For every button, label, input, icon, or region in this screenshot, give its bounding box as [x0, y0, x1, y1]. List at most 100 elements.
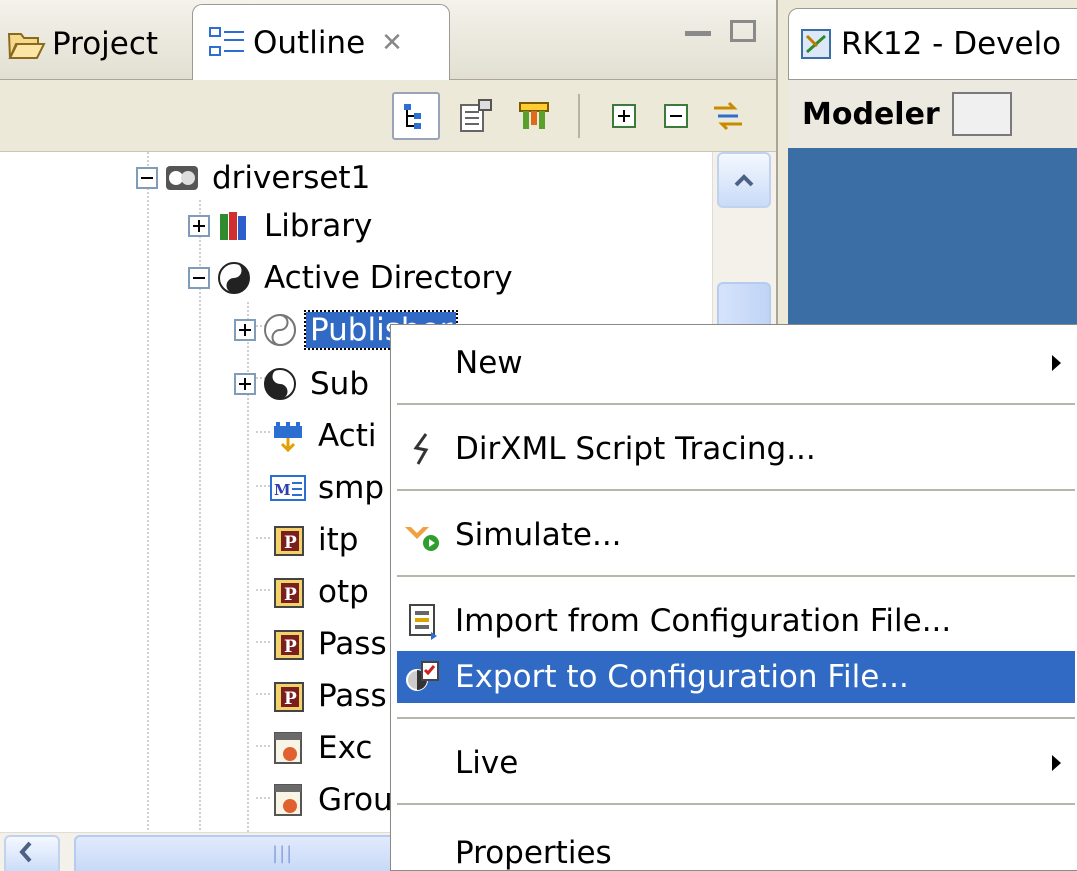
scroll-grip: ||| [272, 843, 294, 864]
modeler-document-icon [799, 26, 835, 62]
tree-item-label: smp [318, 470, 385, 506]
library-books-icon [216, 208, 252, 244]
calendar-resource-icon [270, 782, 306, 818]
menu-item-properties[interactable]: Properties [397, 827, 1075, 871]
filter-policy-icon [270, 418, 306, 454]
document-table-icon [460, 99, 492, 132]
policy-p-icon: P [270, 678, 306, 714]
tab-outline[interactable]: Outline ✕ [192, 4, 450, 81]
calendar-resource-icon [270, 730, 306, 766]
simulate-icon [403, 515, 443, 555]
tree-item-label: Sub [310, 366, 370, 402]
svg-text:P: P [284, 585, 297, 605]
tree-item-acti[interactable]: Acti [270, 410, 380, 462]
tree-item-exc[interactable]: Exc [270, 722, 376, 774]
tree-item-active-directory[interactable]: Active Directory [188, 252, 517, 304]
tree-item-pass-1[interactable]: P Pass [270, 618, 391, 670]
modeler-label: Modeler [802, 96, 940, 132]
collapse-toggle[interactable] [188, 267, 210, 289]
tree-item-pass-2[interactable]: P Pass [270, 670, 391, 722]
scroll-up-button[interactable] [717, 152, 771, 208]
minimize-icon[interactable] [685, 30, 711, 36]
scroll-left-button[interactable] [4, 835, 60, 871]
close-icon[interactable]: ✕ [381, 28, 403, 58]
expand-all-button[interactable] [600, 92, 648, 140]
properties-view-button[interactable] [452, 92, 500, 140]
context-menu: New DirXML Script Tracing... Simulate...… [390, 324, 1077, 871]
modeler-toolbar: Modeler [788, 80, 1077, 148]
view-tab-bar: Project Outline ✕ [0, 0, 776, 81]
collapse-all-button[interactable] [652, 92, 700, 140]
link-with-editor-button[interactable] [704, 92, 752, 140]
menu-separator [397, 717, 1075, 719]
expand-toggle[interactable] [234, 319, 256, 341]
tab-outline-label: Outline [253, 25, 366, 61]
menu-item-label: Simulate... [455, 517, 622, 553]
menu-item-dirxml-script-tracing[interactable]: DirXML Script Tracing... [397, 423, 1075, 475]
modeler-palette-field[interactable] [951, 92, 1012, 136]
menu-item-label: Properties [455, 835, 612, 871]
menu-item-label: New [455, 345, 523, 381]
tree-view-button[interactable] [392, 92, 440, 140]
expand-all-icon [612, 104, 636, 128]
menu-item-label: Import from Configuration File... [455, 603, 952, 639]
expand-toggle[interactable] [188, 215, 210, 237]
tree-item-itp[interactable]: P itp [270, 514, 362, 566]
tree-item-label: Pass [318, 626, 387, 662]
tree-item-otp[interactable]: P otp [270, 566, 373, 618]
menu-item-new[interactable]: New [397, 337, 1075, 389]
chevron-up-icon [734, 174, 754, 187]
tree-item-smp[interactable]: M smp [270, 462, 388, 514]
tree-item-driverset[interactable]: driverset1 [136, 152, 374, 204]
svg-text:P: P [284, 637, 297, 657]
outline-toolbar [0, 80, 776, 152]
menu-separator [397, 575, 1075, 577]
policy-p-icon: P [270, 522, 306, 558]
expand-toggle[interactable] [234, 373, 256, 395]
tree-item-label: itp [318, 522, 359, 558]
menu-item-simulate[interactable]: Simulate... [397, 509, 1075, 561]
tree-view-icon [404, 104, 421, 129]
menu-item-export-config[interactable]: Export to Configuration File... [397, 651, 1075, 703]
submenu-arrow-icon [1052, 755, 1061, 771]
tab-project[interactable]: Project [0, 8, 192, 80]
menu-separator [397, 803, 1075, 805]
menu-item-label: DirXML Script Tracing... [455, 431, 816, 467]
editor-tab[interactable]: RK12 - Develo [788, 8, 1077, 80]
menu-item-label: Export to Configuration File... [455, 659, 909, 695]
tree-item-library[interactable]: Library [188, 200, 376, 252]
publisher-icon [262, 312, 298, 348]
tree-item-label: Library [264, 208, 373, 244]
export-config-icon [403, 657, 443, 697]
svg-text:P: P [284, 533, 297, 553]
tree-item-label: Active Directory [264, 260, 513, 296]
collapse-toggle[interactable] [136, 167, 158, 189]
menu-item-import-config[interactable]: Import from Configuration File... [397, 595, 1075, 647]
driverset-icon [164, 160, 200, 196]
tree-item-label: otp [318, 574, 369, 610]
tree-item-subscriber[interactable]: Sub [234, 358, 373, 410]
toolbar-separator [578, 94, 580, 138]
policy-p-icon: P [270, 626, 306, 662]
outline-icon [207, 23, 247, 63]
svg-text:P: P [284, 689, 297, 709]
driver-yinyang-icon [216, 260, 252, 296]
tree-item-grou[interactable]: Grou [270, 774, 397, 826]
filter-icon [519, 102, 549, 129]
submenu-arrow-icon [1052, 355, 1061, 371]
tree-item-label: Acti [318, 418, 377, 454]
filter-button[interactable] [510, 92, 558, 140]
maximize-icon[interactable] [730, 20, 756, 42]
chevron-left-icon [19, 841, 32, 863]
menu-separator [397, 403, 1075, 405]
tree-item-label: Exc [318, 730, 373, 766]
import-config-icon [403, 601, 443, 641]
tracing-icon [403, 429, 443, 469]
tree-item-label: Pass [318, 678, 387, 714]
menu-separator [397, 489, 1075, 491]
collapse-all-icon [664, 104, 688, 128]
menu-item-live[interactable]: Live [397, 737, 1075, 789]
editor-tab-title: RK12 - Develo [841, 26, 1062, 62]
sync-arrows-icon [714, 101, 742, 131]
policy-p-icon: P [270, 574, 306, 610]
